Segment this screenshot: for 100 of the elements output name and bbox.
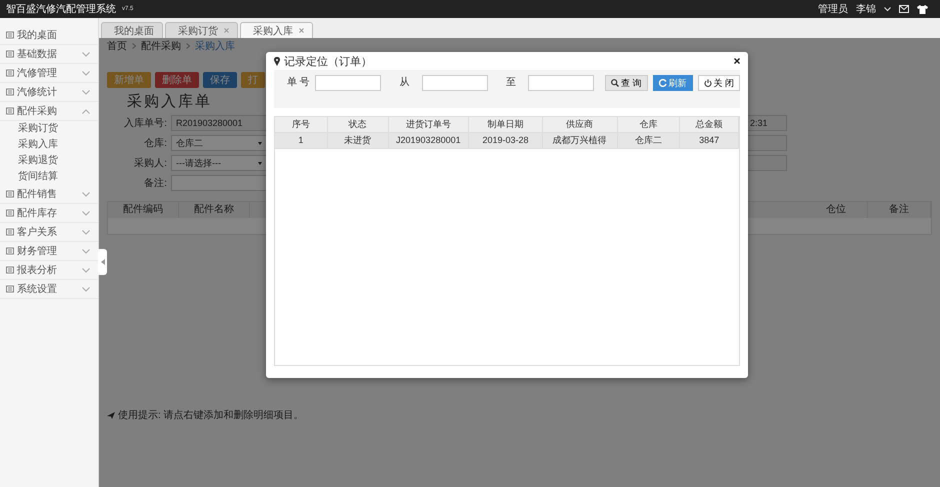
sidebar-item[interactable]: 配件销售 xyxy=(0,185,98,204)
select-field[interactable]: 仓库二 xyxy=(171,135,267,151)
caret-down-icon xyxy=(258,162,262,164)
power-icon xyxy=(704,79,712,87)
mail-icon[interactable] xyxy=(899,5,909,13)
tab[interactable]: 我的桌面 xyxy=(101,22,163,38)
sidebar-item[interactable]: 汽修统计 xyxy=(0,83,98,102)
menu-square-icon xyxy=(6,228,14,236)
column-header: 配件编码 xyxy=(108,202,179,218)
input-field[interactable]: R201903280001 xyxy=(171,115,267,131)
column-header: 供应商 xyxy=(542,117,618,132)
select-field[interactable]: ---请选择--- xyxy=(171,155,267,171)
table-cell: 2019-03-28 xyxy=(469,133,543,148)
input-field[interactable] xyxy=(747,135,787,151)
menu-square-icon xyxy=(6,209,14,217)
column-header: 状态 xyxy=(328,117,388,132)
caret-down-icon xyxy=(258,142,262,144)
chevron-down-icon xyxy=(82,268,90,272)
refresh-icon xyxy=(658,79,666,87)
menu-square-icon xyxy=(6,107,14,115)
chevron-down-icon xyxy=(82,210,90,216)
form-title: 采购入库单 xyxy=(127,92,212,111)
menu-square-icon xyxy=(6,88,14,96)
table-cell: 仓库二 xyxy=(618,133,680,148)
column-header: 仓库 xyxy=(618,117,680,132)
menu-square-icon xyxy=(6,31,14,39)
menu-square-icon xyxy=(6,247,14,255)
chevron-down-icon xyxy=(82,248,90,254)
chevron-down-icon xyxy=(82,230,90,234)
chevron-down-icon xyxy=(884,6,891,12)
column-header: 仓位 xyxy=(805,202,868,218)
menu-square-icon xyxy=(6,266,14,274)
menu-square-icon xyxy=(6,50,14,58)
tip-text: 使用提示: 请点右键添加和删除明细项目。 xyxy=(118,408,304,422)
shirt-icon[interactable] xyxy=(917,4,928,14)
column-header: 备注 xyxy=(868,202,931,218)
sidebar-item[interactable]: 配件库存 xyxy=(0,204,98,223)
search-label: 至 xyxy=(504,76,517,90)
sidebar-item[interactable]: 汽修管理 xyxy=(0,64,98,83)
chevron-down-icon xyxy=(82,70,90,76)
tab[interactable]: 采购入库 xyxy=(240,22,313,38)
sidebar-subitem[interactable]: 采购入库 xyxy=(0,137,98,153)
breadcrumb-link[interactable]: 首页 xyxy=(107,39,127,53)
dialog-button[interactable]: 查 询 xyxy=(604,75,648,91)
tab[interactable]: 采购订货 xyxy=(165,22,238,38)
field-label: 采购人: xyxy=(133,156,168,170)
user-menu[interactable]: 李锦 xyxy=(856,2,876,16)
chevron-right-icon xyxy=(132,43,136,49)
column-header: 进货订单号 xyxy=(388,117,470,132)
chevron-down-icon xyxy=(82,286,90,292)
sidebar-item[interactable]: 报表分析 xyxy=(0,261,98,280)
table-cell: 未进货 xyxy=(328,133,388,148)
column-header: 制单日期 xyxy=(469,117,543,132)
sidebar-item[interactable]: 我的桌面 xyxy=(0,26,98,45)
dialog-button[interactable]: 关 闭 xyxy=(698,75,740,91)
sidebar-collapse-handle[interactable] xyxy=(98,249,107,275)
user-role: 管理员 xyxy=(818,3,848,16)
sidebar-item[interactable]: 客户关系 xyxy=(0,223,98,242)
chevron-down-icon xyxy=(82,90,90,94)
search-icon xyxy=(610,79,619,87)
breadcrumb-link[interactable]: 配件采购 xyxy=(141,39,181,53)
input-field[interactable] xyxy=(528,75,594,91)
close-icon[interactable] xyxy=(734,58,740,64)
menu-square-icon xyxy=(6,190,14,198)
input-field[interactable]: 2:31 xyxy=(747,115,787,131)
dialog-button[interactable]: 刷新 xyxy=(652,75,692,91)
input-field[interactable] xyxy=(747,155,787,171)
app-title: 智百盛汽修汽配管理系统 xyxy=(6,2,116,16)
input-field[interactable] xyxy=(171,175,267,191)
map-pin-icon xyxy=(274,56,280,66)
send-icon xyxy=(107,412,115,418)
table-cell: 成都万兴植得 xyxy=(542,133,618,148)
dialog-title: 记录定位（订单） xyxy=(284,54,372,68)
table-cell: 1 xyxy=(275,133,328,148)
sidebar-item[interactable]: 配件采购 xyxy=(0,102,98,121)
chevron-down-icon xyxy=(82,192,90,196)
column-header: 总金额 xyxy=(680,117,739,132)
field-label: 仓库: xyxy=(143,136,168,150)
search-label: 单 号 xyxy=(286,76,310,90)
chevron-right-icon xyxy=(186,43,190,49)
sidebar-item[interactable]: 系统设置 xyxy=(0,280,98,299)
menu-square-icon xyxy=(6,69,14,77)
table-row[interactable]: 1 未进货 J201903280001 2019-03-28 成都万兴植得 仓库二 3847 xyxy=(275,133,739,149)
sidebar-item[interactable]: 基础数据 xyxy=(0,45,98,64)
sidebar-subitem[interactable]: 采购退货 xyxy=(0,153,98,169)
field-label: 入库单号: xyxy=(123,116,168,130)
column-header: 序号 xyxy=(275,117,328,132)
input-field[interactable] xyxy=(315,75,382,91)
chevron-down-icon xyxy=(82,52,90,56)
sidebar-item[interactable]: 财务管理 xyxy=(0,242,98,261)
input-field[interactable] xyxy=(422,75,488,91)
sidebar-subitem[interactable]: 采购订货 xyxy=(0,121,98,137)
table-cell: J201903280001 xyxy=(388,133,470,148)
field-label: 备注: xyxy=(143,176,168,190)
sidebar-subitem[interactable]: 货间结算 xyxy=(0,169,98,185)
chevron-up-icon xyxy=(82,108,90,114)
column-header: 配件名称 xyxy=(179,202,250,218)
menu-square-icon xyxy=(6,285,14,293)
table-cell: 3847 xyxy=(680,133,739,148)
search-label: 从 xyxy=(398,76,410,90)
